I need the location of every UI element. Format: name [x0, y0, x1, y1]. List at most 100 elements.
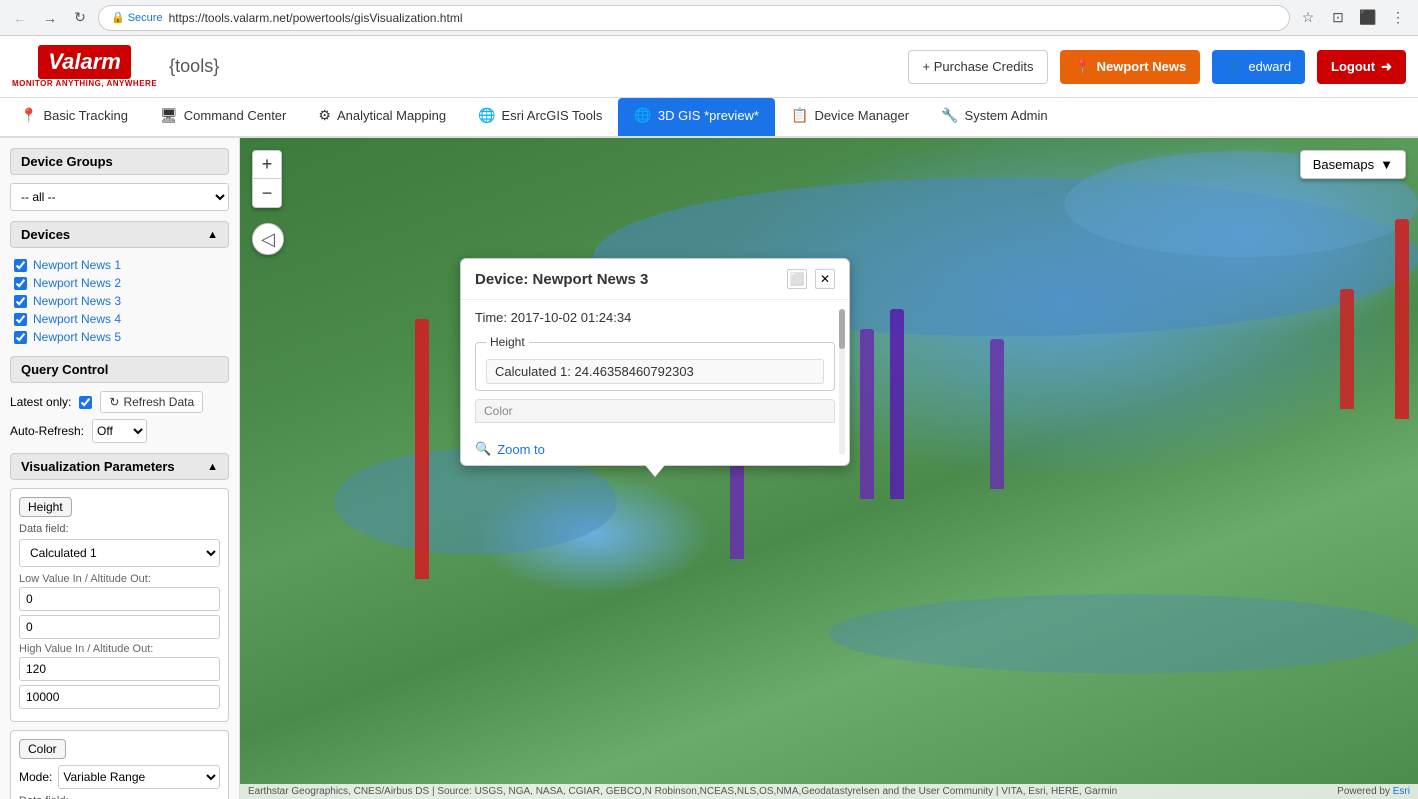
low-value-label: Low Value In / Altitude Out: [19, 573, 220, 585]
zoom-out-button[interactable]: − [253, 179, 281, 207]
map-area[interactable]: + − ◁ Basemaps ▼ Device: Newport News 3 … [240, 138, 1418, 799]
address-bar[interactable]: 🔒 Secure https://tools.valarm.net/powert… [98, 5, 1290, 31]
high-value-label: High Value In / Altitude Out: [19, 643, 220, 655]
map-pin-icon: 📍 [20, 107, 37, 124]
list-item: Newport News 3 [10, 292, 229, 310]
forward-button[interactable]: → [38, 6, 62, 30]
viz-params-label: Visualization Parameters [21, 459, 175, 474]
tab-command-center[interactable]: 🖥 Command Center [144, 98, 302, 136]
reload-button[interactable]: ↻ [68, 6, 92, 30]
query-control-label: Query Control [21, 362, 108, 377]
tools-label: {tools} [169, 56, 219, 77]
device-5-checkbox[interactable] [14, 331, 27, 344]
devices-section: Devices ▲ Newport News 1 Newport News 2 … [10, 221, 229, 346]
tab-device-manager[interactable]: 📋 Device Manager [775, 98, 925, 136]
high-value-in-input[interactable] [19, 657, 220, 681]
device-1-link[interactable]: Newport News 1 [33, 258, 121, 272]
list-item: Newport News 5 [10, 328, 229, 346]
esri-link[interactable]: Esri [1393, 786, 1410, 797]
tab-3d-gis-label: 3D GIS *preview* [658, 108, 759, 123]
purchase-credits-button[interactable]: + Purchase Credits [908, 50, 1049, 84]
location-icon: 📍 [1074, 59, 1090, 75]
tab-command-center-label: Command Center [184, 108, 287, 123]
edward-button[interactable]: 👤 edward [1212, 50, 1305, 84]
tab-analytical-mapping[interactable]: ⚙ Analytical Mapping [302, 98, 462, 136]
device-3-checkbox[interactable] [14, 295, 27, 308]
zoom-in-button[interactable]: + [253, 151, 281, 179]
tab-basic-tracking-label: Basic Tracking [43, 108, 128, 123]
popup-title: Device: Newport News 3 [475, 271, 648, 288]
popup-close-button[interactable]: ✕ [815, 269, 835, 289]
popup-zoom-button[interactable]: 🔍 Zoom to [461, 433, 849, 465]
color-data-field-label: Data field: [19, 795, 220, 799]
device-groups-select[interactable]: -- all -- [10, 183, 229, 211]
compass-button[interactable]: ◁ [252, 223, 284, 255]
viz-params-chevron-icon: ▲ [207, 461, 218, 473]
list-item: Newport News 1 [10, 256, 229, 274]
device-groups-label: Device Groups [21, 154, 113, 169]
bookmark-button[interactable]: ☆ [1296, 6, 1320, 30]
popup-controls: ⬜ ✕ [787, 269, 835, 289]
zoom-icon: 🔍 [475, 441, 491, 457]
low-value-out-input[interactable] [19, 615, 220, 639]
attribution-text: Earthstar Geographics, CNES/Airbus DS | … [248, 786, 1117, 797]
low-value-in-input[interactable] [19, 587, 220, 611]
latest-only-label: Latest only: [10, 395, 71, 409]
logout-button[interactable]: Logout ➜ [1317, 50, 1406, 84]
basemaps-chevron-icon: ▼ [1380, 157, 1393, 172]
height-data-field-select[interactable]: Calculated 1 Calculated 2 Calculated 3 [19, 539, 220, 567]
url-text: https://tools.valarm.net/powertools/gisV… [169, 11, 463, 25]
refresh-data-button[interactable]: ↻ Refresh Data [100, 391, 203, 413]
extensions-button[interactable]: ⬛ [1356, 6, 1380, 30]
popup-scrollbar[interactable] [839, 309, 845, 455]
app-header: Valarm Monitor Anything, Anywhere {tools… [0, 36, 1418, 98]
auto-refresh-select[interactable]: Off 30s 1m 5m [92, 419, 147, 443]
popup-height-value: Calculated 1: 24.46358460792303 [486, 359, 824, 384]
cast-button[interactable]: ⊡ [1326, 6, 1350, 30]
device-1-checkbox[interactable] [14, 259, 27, 272]
device-4-link[interactable]: Newport News 4 [33, 312, 121, 326]
device-2-checkbox[interactable] [14, 277, 27, 290]
bar-red-3 [1340, 289, 1354, 409]
clipboard-icon: 📋 [791, 107, 808, 124]
popup-zoom-label: Zoom to [497, 442, 545, 457]
secure-label: Secure [128, 12, 163, 24]
tab-3d-gis[interactable]: 🌐 3D GIS *preview* [618, 98, 775, 136]
newport-news-button[interactable]: 📍 Newport News [1060, 50, 1200, 84]
bar-purple-4 [990, 339, 1004, 489]
popup-height-fieldset: Height Calculated 1: 24.46358460792303 [475, 335, 835, 391]
popup-scrollbar-thumb [839, 309, 845, 349]
color-mode-select[interactable]: Variable Range Fixed Gradient [58, 765, 220, 789]
devices-label: Devices [21, 227, 70, 242]
viz-params-section: Visualization Parameters ▲ Height Data f… [10, 453, 229, 799]
map-popup: Device: Newport News 3 ⬜ ✕ Time: 2017-10… [460, 258, 850, 466]
main-content: Device Groups -- all -- Devices ▲ Newpor… [0, 138, 1418, 799]
latest-only-checkbox[interactable] [79, 396, 92, 409]
basemaps-label: Basemaps [1313, 157, 1374, 172]
tab-system-admin-label: System Admin [965, 108, 1048, 123]
device-3-link[interactable]: Newport News 3 [33, 294, 121, 308]
device-4-checkbox[interactable] [14, 313, 27, 326]
high-value-out-input[interactable] [19, 685, 220, 709]
logout-icon: ➜ [1381, 59, 1392, 75]
device-2-link[interactable]: Newport News 2 [33, 276, 121, 290]
devices-chevron-icon: ▲ [207, 229, 218, 241]
tab-system-admin[interactable]: 🔧 System Admin [925, 98, 1064, 136]
basemaps-button[interactable]: Basemaps ▼ [1300, 150, 1406, 179]
bar-red-2 [1395, 219, 1409, 419]
device-5-link[interactable]: Newport News 5 [33, 330, 121, 344]
tab-basic-tracking[interactable]: 📍 Basic Tracking [4, 98, 144, 136]
popup-maximize-button[interactable]: ⬜ [787, 269, 807, 289]
map-zoom-controls: + − [252, 150, 282, 208]
sidebar: Device Groups -- all -- Devices ▲ Newpor… [0, 138, 240, 799]
height-param-box: Height Data field: Calculated 1 Calculat… [10, 488, 229, 722]
user-icon: 👤 [1226, 59, 1242, 75]
mode-row: Mode: Variable Range Fixed Gradient [19, 765, 220, 789]
data-field-label: Data field: [19, 523, 220, 535]
list-item: Newport News 2 [10, 274, 229, 292]
tab-esri-arcgis[interactable]: 🌐 Esri ArcGIS Tools [462, 98, 618, 136]
menu-button[interactable]: ⋮ [1386, 6, 1410, 30]
popup-color-label: Color [475, 399, 835, 423]
back-button[interactable]: ← [8, 6, 32, 30]
logout-label: Logout [1331, 59, 1375, 74]
